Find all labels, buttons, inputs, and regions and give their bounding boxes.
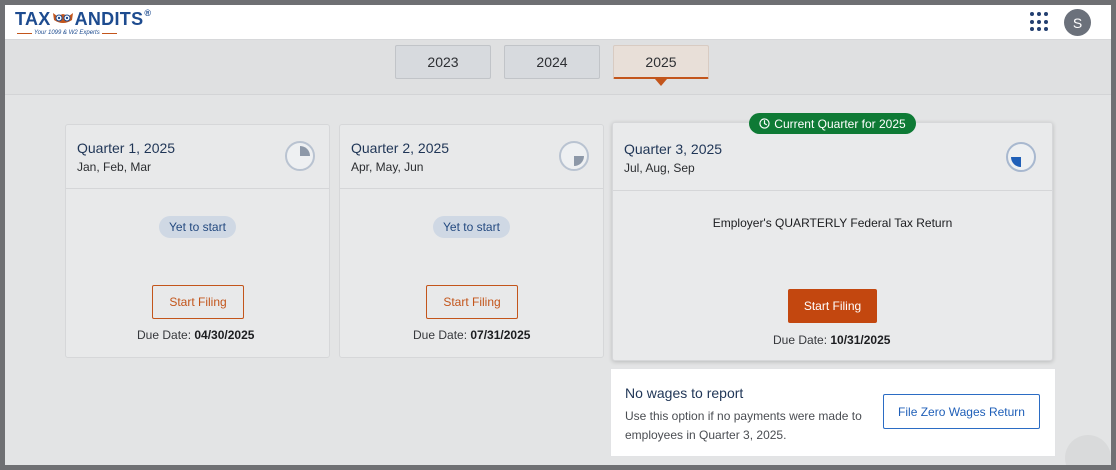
year-tabs-bar: 2023 2024 2025 [5,40,1111,95]
clock-icon [759,118,770,129]
quarter-3-card: Quarter 3, 2025 Jul, Aug, Sep Employer's… [612,122,1053,361]
quarter-1-title: Quarter 1, 2025 [77,140,176,156]
apps-grid-icon[interactable] [1030,12,1050,32]
logo-tagline: Your 1099 & W2 Experts [15,30,151,36]
quarter-2-title: Quarter 2, 2025 [351,140,450,156]
user-avatar[interactable]: S [1064,9,1091,36]
quarter-2-due-date: Due Date: 07/31/2025 [413,328,530,342]
zero-wages-title: No wages to report [625,385,744,401]
due-label: Due Date: [137,328,192,342]
quarter-3-start-filing-button[interactable]: Start Filing [788,289,877,323]
quarter-1-months: Jan, Feb, Mar [77,160,152,174]
quarter-2-status-badge: Yet to start [433,216,510,238]
zero-wages-panel: No wages to report Use this option if no… [610,368,1056,457]
tab-year-2025[interactable]: 2025 [613,45,709,86]
quarter-2-card: Quarter 2, 2025 Apr, May, Jun Yet to sta… [339,124,604,358]
quarter-3-months: Jul, Aug, Sep [624,161,695,175]
quarter-1-status-badge: Yet to start [159,216,236,238]
app-frame: TAX ANDITS ® Your 1099 & W2 Experts S 20… [5,5,1111,465]
quarter-3-form-title: Employer's QUARTERLY Federal Tax Return [712,216,953,230]
quarter-1-start-filing-button[interactable]: Start Filing [152,285,244,319]
quarter-3-title: Quarter 3, 2025 [624,141,723,157]
file-zero-wages-button[interactable]: File Zero Wages Return [883,394,1040,429]
taxbandits-logo[interactable]: TAX ANDITS ® Your 1099 & W2 Experts [15,8,151,36]
zero-wages-description: Use this option if no payments were made… [625,409,862,442]
quarter-3-progress-pie-icon [1006,142,1036,172]
quarter-3-due-date: Due Date: 10/31/2025 [773,333,890,347]
quarter-1-due-date: Due Date: 04/30/2025 [137,328,254,342]
quarter-2-start-filing-button[interactable]: Start Filing [426,285,518,319]
tab-year-2023[interactable]: 2023 [395,45,491,79]
logo-registered-mark: ® [144,8,152,18]
quarter-2-months: Apr, May, Jun [351,160,424,174]
quarter-1-header: Quarter 1, 2025 Jan, Feb, Mar [66,125,329,189]
owl-logo-icon [52,13,73,23]
quarter-2-progress-pie-icon [559,141,589,171]
quarter-2-header: Quarter 2, 2025 Apr, May, Jun [340,125,603,189]
current-quarter-badge-text: Current Quarter for 2025 [774,116,906,131]
due-value: 04/30/2025 [194,328,255,342]
logo-text-right: ANDITS [74,9,144,29]
quarter-1-card: Quarter 1, 2025 Jan, Feb, Mar Yet to sta… [65,124,330,358]
tab-year-2024[interactable]: 2024 [504,45,600,79]
due-label: Due Date: [773,333,828,347]
due-label: Due Date: [413,328,468,342]
top-header: TAX ANDITS ® Your 1099 & W2 Experts S [5,5,1111,40]
due-value: 07/31/2025 [470,328,531,342]
logo-text-left: TAX [15,9,51,29]
due-value: 10/31/2025 [830,333,891,347]
quarter-1-progress-pie-icon [285,141,315,171]
logo-tagline-text: Your 1099 & W2 Experts [34,30,100,36]
current-quarter-badge: Current Quarter for 2025 [749,113,916,134]
floating-help-button[interactable] [1065,435,1111,465]
